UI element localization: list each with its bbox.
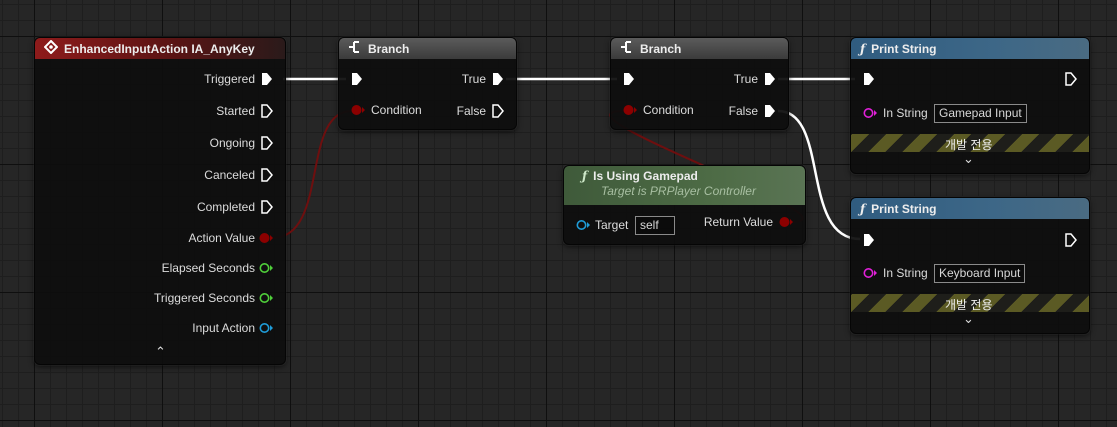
pin-label-triggered-seconds: Triggered Seconds <box>154 291 255 305</box>
branch-node-1-title: Branch <box>368 41 410 56</box>
expand-chevron-icon[interactable]: ⌄ <box>963 311 974 327</box>
branch-icon <box>348 40 362 57</box>
branch-node-2[interactable]: Branch True Condition False <box>610 37 789 130</box>
function-icon: ƒ <box>582 169 588 183</box>
branch-node-1[interactable]: Branch True Condition False <box>338 37 517 130</box>
print-string-1-title: Print String <box>871 41 937 56</box>
string-pin-icon[interactable] <box>863 107 877 119</box>
exec-in-pin-icon[interactable] <box>623 72 635 86</box>
exec-in-pin-icon[interactable] <box>863 72 875 86</box>
in-string-field[interactable]: Gamepad Input <box>934 104 1027 123</box>
pin-label-completed: Completed <box>196 200 255 214</box>
exec-in-pin-icon[interactable] <box>351 72 363 86</box>
print-string-node-2[interactable]: ƒ Print String In String Keyboard Input … <box>850 197 1090 334</box>
exec-pin-empty-icon[interactable] <box>261 200 273 214</box>
string-pin-icon[interactable] <box>863 267 877 279</box>
exec-pin-empty-icon[interactable] <box>261 168 273 182</box>
is-using-gamepad-header[interactable]: ƒ Is Using Gamepad Target is PRPlayer Con… <box>564 166 805 205</box>
float-pin-icon[interactable] <box>259 262 273 274</box>
return-value-label: Return Value <box>703 215 773 229</box>
pin-label-action-value: Action Value <box>188 231 256 245</box>
is-using-gamepad-node[interactable]: ƒ Is Using Gamepad Target is PRPlayer Con… <box>563 165 806 245</box>
print-string-2-title: Print String <box>871 201 937 216</box>
pin-label-elapsed-seconds: Elapsed Seconds <box>161 261 255 275</box>
branch-icon <box>620 40 634 57</box>
is-using-gamepad-subtitle: Target is PRPlayer Controller <box>601 184 756 198</box>
event-node-title: EnhancedInputAction IA_AnyKey <box>64 41 255 56</box>
in-string-label: In String <box>883 106 928 120</box>
bool-condition-pin-icon[interactable] <box>623 104 637 116</box>
bool-pin-connected-icon[interactable] <box>259 232 273 244</box>
branch-node-2-title: Branch <box>640 41 682 56</box>
exec-pin-empty-icon[interactable] <box>261 136 273 150</box>
branch-node-1-header[interactable]: Branch <box>339 38 516 59</box>
target-label: Target <box>595 218 629 232</box>
exec-in-pin-icon[interactable] <box>863 233 875 247</box>
enhanced-input-action-node[interactable]: EnhancedInputAction IA_AnyKey Triggered … <box>34 37 286 365</box>
object-target-pin-icon[interactable] <box>576 219 590 231</box>
object-pin-icon[interactable] <box>259 322 273 334</box>
in-string-label: In String <box>883 266 928 280</box>
branch-1-false-label: False <box>456 104 486 118</box>
exec-out-false-pin-icon[interactable] <box>764 104 776 118</box>
branch-1-true-label: True <box>461 72 486 86</box>
branch-2-true-label: True <box>733 72 758 86</box>
exec-out-true-pin-icon[interactable] <box>492 72 504 86</box>
exec-pin-filled-icon[interactable] <box>261 72 273 86</box>
event-diamond-icon <box>43 39 59 57</box>
exec-out-pin-icon[interactable] <box>1065 72 1077 86</box>
branch-1-condition-label: Condition <box>371 103 422 117</box>
pin-label-triggered: Triggered <box>204 72 255 86</box>
print-string-node-1[interactable]: ƒ Print String In String Gamepad Input 개… <box>850 37 1090 174</box>
target-value-field[interactable]: self <box>635 216 675 235</box>
bool-condition-pin-icon[interactable] <box>351 104 365 116</box>
in-string-field[interactable]: Keyboard Input <box>934 264 1026 283</box>
event-node-header[interactable]: EnhancedInputAction IA_AnyKey <box>35 38 285 59</box>
print-string-1-header[interactable]: ƒ Print String <box>851 38 1089 59</box>
pin-label-canceled: Canceled <box>204 168 255 182</box>
exec-pin-empty-icon[interactable] <box>261 104 273 118</box>
branch-node-2-header[interactable]: Branch <box>611 38 788 59</box>
exec-out-false-pin-icon[interactable] <box>492 104 504 118</box>
collapse-chevron-icon[interactable]: ⌃ <box>155 344 166 360</box>
exec-out-pin-icon[interactable] <box>1065 233 1077 247</box>
print-string-2-header[interactable]: ƒ Print String <box>851 198 1089 219</box>
branch-2-false-label: False <box>728 104 758 118</box>
is-using-gamepad-title: Is Using Gamepad <box>593 169 698 183</box>
bool-return-pin-icon[interactable] <box>779 216 793 228</box>
expand-chevron-icon[interactable]: ⌄ <box>963 151 974 167</box>
pin-label-started: Started <box>216 104 255 118</box>
function-icon: ƒ <box>860 41 866 56</box>
pin-label-input-action: Input Action <box>192 321 255 335</box>
branch-2-condition-label: Condition <box>643 103 694 117</box>
exec-out-true-pin-icon[interactable] <box>764 72 776 86</box>
pin-label-ongoing: Ongoing <box>209 136 255 150</box>
float-pin-icon[interactable] <box>259 292 273 304</box>
function-icon: ƒ <box>860 201 866 216</box>
